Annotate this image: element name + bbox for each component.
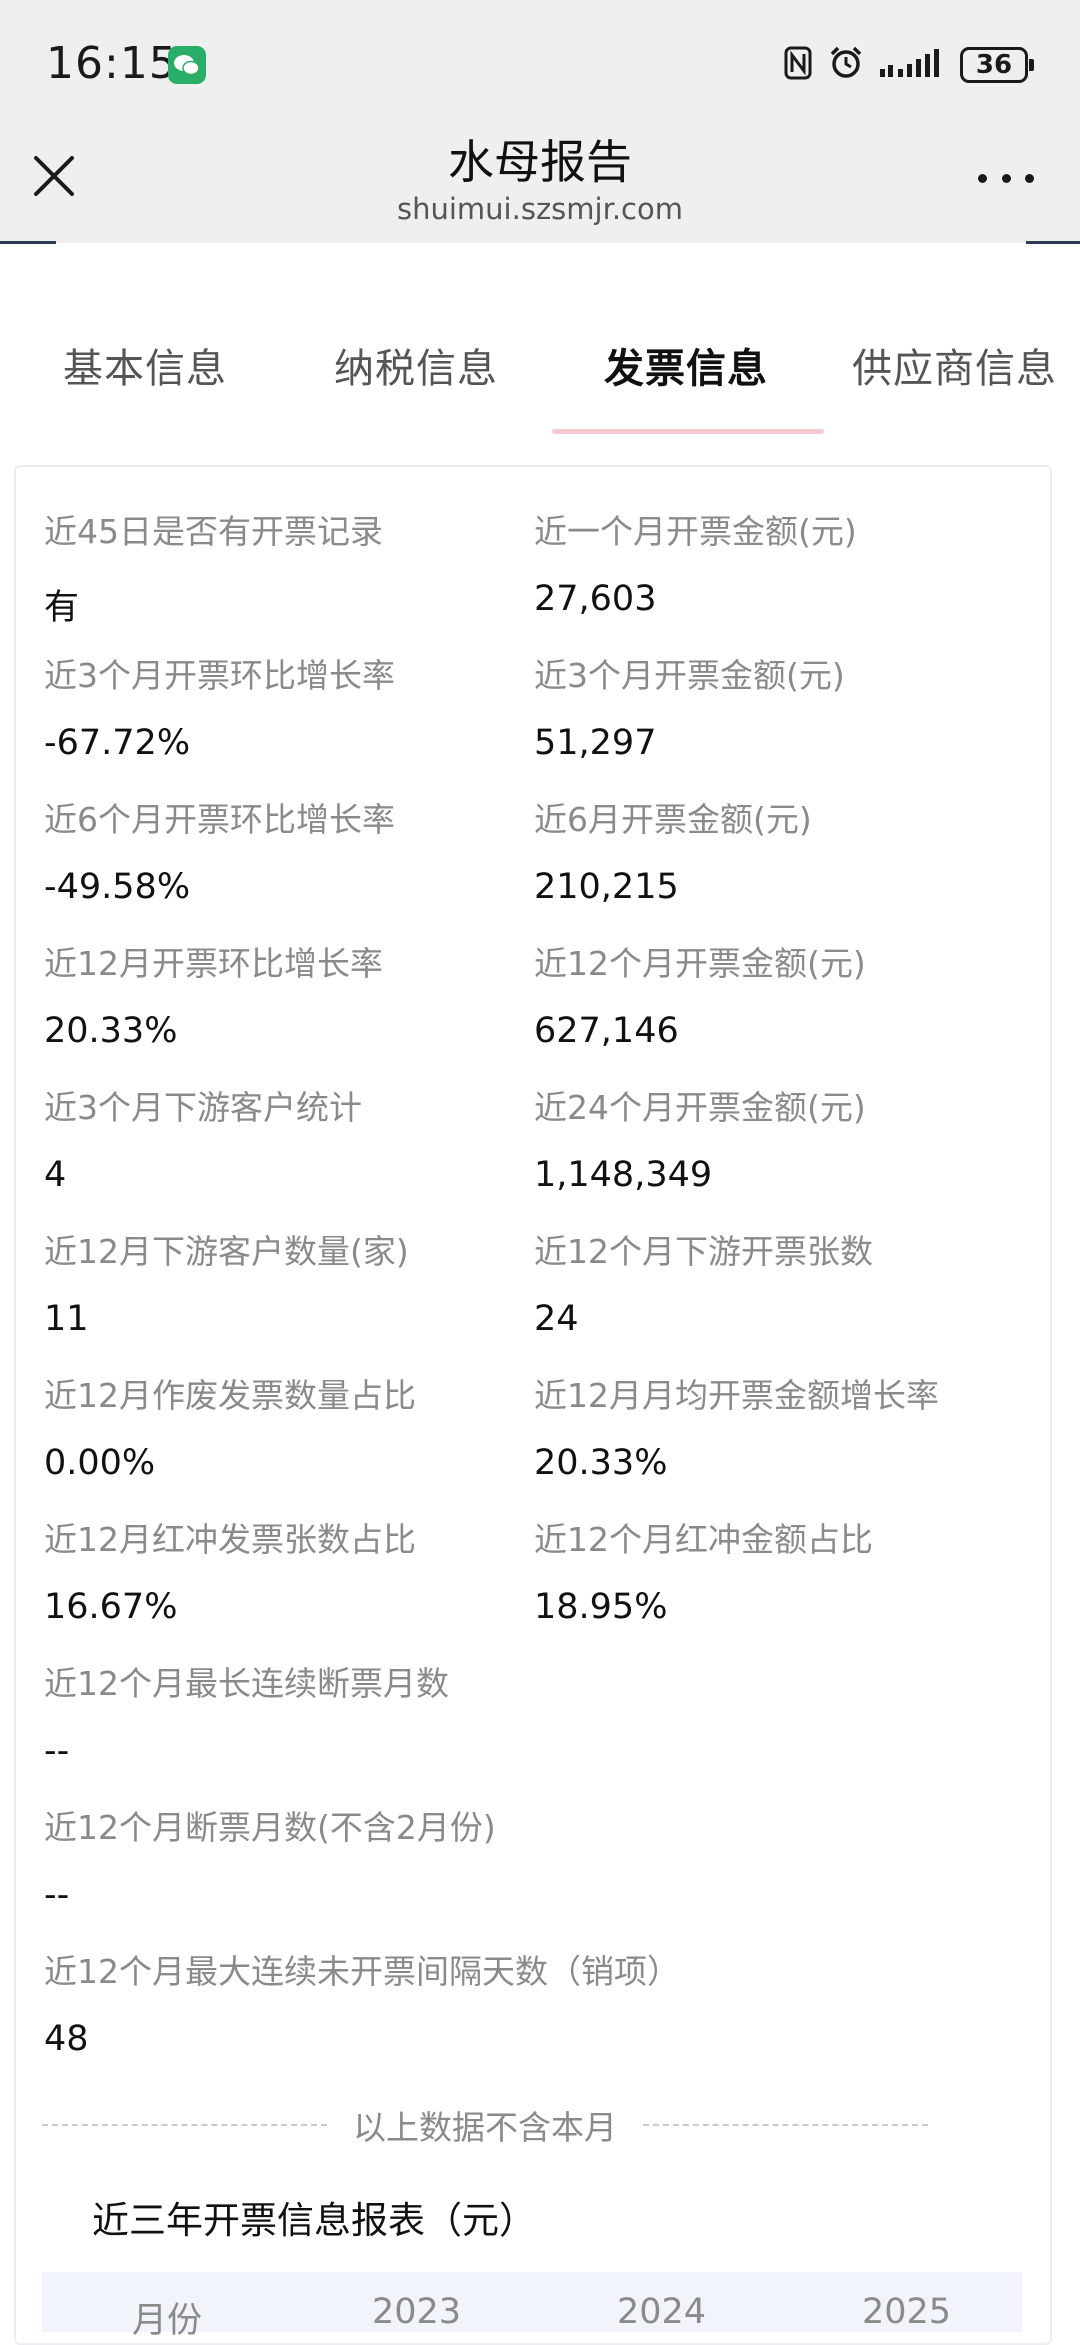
metric-value: 11 [44, 1299, 89, 1339]
page-title: 水母报告 [448, 135, 632, 189]
metric-item: 近12个月开票金额(元) 627,146 [534, 937, 866, 1051]
metric-label: 近3个月开票金额(元) [534, 656, 845, 695]
metric-label: 近12个月最长连续断票月数 [44, 1664, 449, 1703]
alarm-icon [828, 45, 864, 85]
metric-value: -- [44, 1731, 70, 1771]
metric-value: 有 [44, 588, 80, 628]
metric-value: 16.67% [44, 1587, 178, 1627]
metric-value: -49.58% [44, 867, 191, 907]
data-note: 以上数据不含本月 [353, 2108, 617, 2147]
metric-item: 近3个月开票金额(元) 51,297 [534, 649, 845, 763]
metric-label: 近12个月下游开票张数 [534, 1232, 873, 1271]
metric-label: 近3个月开票环比增长率 [44, 656, 395, 695]
metric-label: 近12月开票环比增长率 [44, 944, 383, 983]
progress-edge-left [0, 241, 56, 244]
metric-label: 近12月月均开票金额增长率 [534, 1376, 939, 1415]
metric-item: 近12月月均开票金额增长率 20.33% [534, 1369, 939, 1483]
metric-item: 近6个月开票环比增长率 -49.58% [44, 793, 395, 907]
metric-item: 近12个月红冲金额占比 18.95% [534, 1513, 873, 1627]
metric-value: -- [44, 1875, 70, 1915]
wechat-icon [168, 46, 206, 84]
metric-label: 近3个月下游客户统计 [44, 1088, 362, 1127]
active-tab-indicator [552, 429, 824, 434]
metric-item: 近12个月最大连续未开票间隔天数（销项） 48 [44, 1945, 680, 2059]
nfc-icon [784, 46, 812, 84]
metric-value: 18.95% [534, 1587, 668, 1627]
column-header-2024: 2024 [617, 2292, 707, 2332]
metric-label: 近45日是否有开票记录 [44, 512, 383, 551]
metric-item: 近6月开票金额(元) 210,215 [534, 793, 812, 907]
metric-value: 24 [534, 1299, 579, 1339]
metric-label: 近12个月开票金额(元) [534, 944, 866, 983]
metric-label: 近24个月开票金额(元) [534, 1088, 866, 1127]
metric-value: 1,148,349 [534, 1155, 713, 1195]
metric-label: 近12个月断票月数(不含2月份) [44, 1808, 496, 1847]
metric-item: 近12个月最长连续断票月数 -- [44, 1657, 449, 1771]
metric-label: 近6月开票金额(元) [534, 800, 812, 839]
metric-label: 近12个月最大连续未开票间隔天数（销项） [44, 1952, 680, 1991]
dot-icon [1025, 173, 1034, 183]
status-time: 16:15 [46, 38, 178, 89]
metric-item: 近12月红冲发票张数占比 16.67% [44, 1513, 416, 1627]
battery-level: 36 [975, 50, 1013, 80]
metric-value: -67.72% [44, 723, 191, 763]
metric-value: 20.33% [44, 1011, 178, 1051]
metric-value: 48 [44, 2019, 89, 2059]
metric-label: 近12个月红冲金额占比 [534, 1520, 873, 1559]
tab-supplier-info[interactable]: 供应商信息 [852, 336, 1057, 394]
metric-value: 4 [44, 1155, 67, 1195]
metric-label: 近6个月开票环比增长率 [44, 800, 395, 839]
tab-invoice-info[interactable]: 发票信息 [604, 336, 768, 394]
metric-item: 近12月开票环比增长率 20.33% [44, 937, 383, 1051]
status-icons: 36 [784, 44, 1034, 86]
metric-item: 近12个月下游开票张数 24 [534, 1225, 873, 1339]
dot-icon [978, 173, 987, 183]
more-options-button[interactable] [978, 160, 1034, 196]
metric-label: 近一个月开票金额(元) [534, 512, 857, 551]
page-url: shuimui.szsmjr.com [397, 192, 683, 226]
metric-label: 近12月下游客户数量(家) [44, 1232, 409, 1271]
metric-item: 近12个月断票月数(不含2月份) -- [44, 1801, 496, 1915]
metric-label: 近12月红冲发票张数占比 [44, 1520, 416, 1559]
tab-tax-info[interactable]: 纳税信息 [334, 336, 498, 394]
metric-value: 27,603 [534, 579, 657, 619]
metric-item: 近3个月开票环比增长率 -67.72% [44, 649, 395, 763]
metric-value: 20.33% [534, 1443, 668, 1483]
metric-value: 51,297 [534, 723, 657, 763]
metric-item: 近12月作废发票数量占比 0.00% [44, 1369, 416, 1483]
metric-label: 近12月作废发票数量占比 [44, 1376, 416, 1415]
metric-value: 210,215 [534, 867, 679, 907]
report-title: 近三年开票信息报表（元） [92, 2199, 536, 2242]
metric-item: 近一个月开票金额(元) 27,603 [534, 505, 857, 619]
metric-item: 近3个月下游客户统计 4 [44, 1081, 362, 1195]
metric-item: 近12月下游客户数量(家) 11 [44, 1225, 409, 1339]
metric-item: 近45日是否有开票记录 有 [44, 505, 383, 630]
column-header-2023: 2023 [372, 2292, 462, 2332]
dashed-line [42, 2124, 327, 2126]
metric-value: 0.00% [44, 1443, 156, 1483]
signal-icon [880, 47, 944, 83]
metric-item: 近24个月开票金额(元) 1,148,349 [534, 1081, 866, 1195]
report-table-header: 月份 2023 2024 2025 [42, 2272, 1022, 2341]
battery-icon: 36 [960, 47, 1034, 83]
tab-basic-info[interactable]: 基本信息 [63, 336, 227, 394]
metric-value: 627,146 [534, 1011, 679, 1051]
data-note-divider: 以上数据不含本月 [42, 2100, 928, 2150]
progress-edge-right [1026, 241, 1080, 244]
column-header-month: 月份 [132, 2301, 203, 2341]
dashed-line [643, 2124, 928, 2126]
tab-bar: 基本信息 纳税信息 发票信息 供应商信息 [0, 336, 1080, 446]
browser-top-bar: 16:15 36 水母报告 shuimui.szsmjr.com [0, 0, 1080, 243]
dot-icon [1001, 173, 1011, 183]
column-header-2025: 2025 [862, 2292, 952, 2332]
